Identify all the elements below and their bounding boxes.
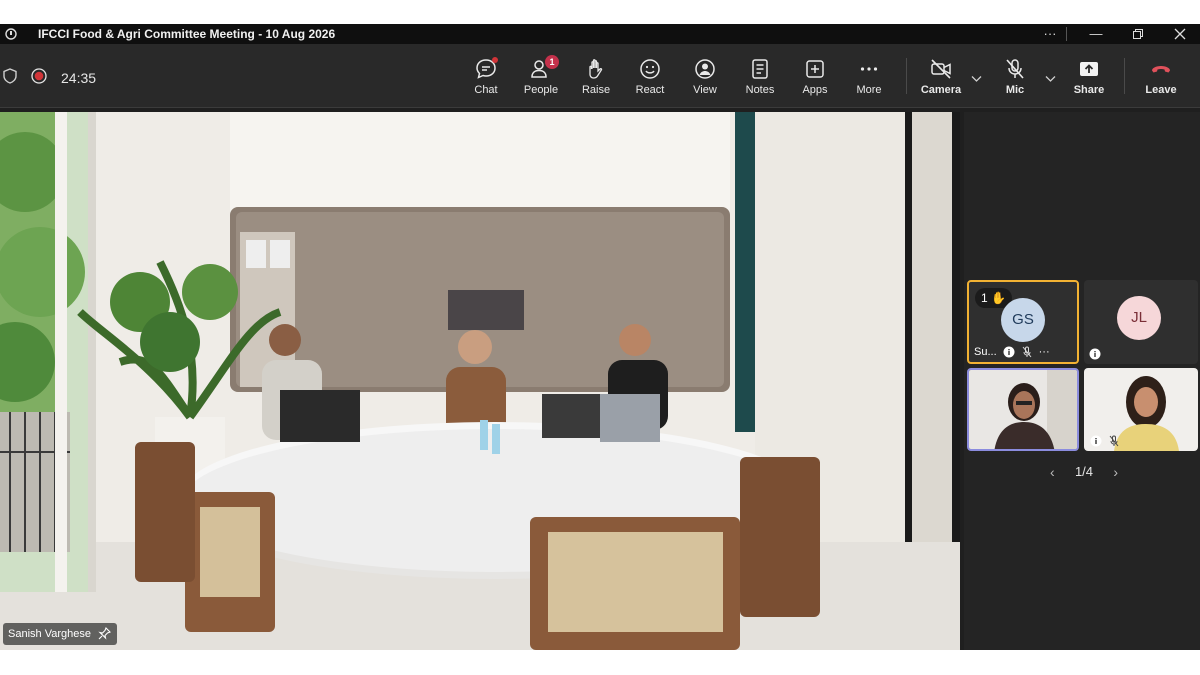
next-page-chevron-icon[interactable]: › [1113, 462, 1118, 482]
window-title: IFCCI Food & Agri Committee Meeting - 10… [38, 27, 336, 41]
share-label: Share [1073, 84, 1105, 96]
raise-label: Raise [581, 84, 611, 96]
info-icon [1089, 348, 1101, 360]
apps-button[interactable]: Apps [788, 57, 842, 103]
restore-icon [1133, 29, 1143, 39]
participant-name: Su... [974, 346, 997, 358]
view-button[interactable]: View [678, 57, 732, 103]
meeting-toolbar: 24:35 Chat 1 People Raise React View Not… [0, 44, 1200, 108]
view-label: View [693, 84, 717, 96]
gallery-pager: ‹ 1/4 › [1044, 462, 1124, 482]
participant-video-tile[interactable] [1084, 368, 1198, 451]
apps-icon [806, 60, 824, 78]
camera-label: Camera [920, 84, 962, 96]
notes-icon [752, 59, 768, 79]
people-button[interactable]: 1 People [514, 55, 568, 103]
notes-label: Notes [745, 84, 775, 96]
share-button[interactable]: Share [1062, 57, 1116, 103]
close-icon [1174, 28, 1186, 40]
title-divider [1066, 27, 1067, 41]
mic-off-icon [1109, 435, 1119, 447]
chat-label: Chat [474, 84, 498, 96]
participant-name: Sanish Varghese [8, 628, 91, 640]
mic-off-icon [1022, 346, 1032, 358]
shield-icon[interactable] [3, 68, 17, 84]
tile-footer [1090, 435, 1120, 447]
window-more-button[interactable]: ··· [1030, 24, 1070, 44]
mic-options-chevron-icon[interactable] [1045, 74, 1056, 86]
info-icon [1090, 435, 1102, 447]
react-button[interactable]: React [623, 57, 677, 103]
recording-icon[interactable] [31, 68, 47, 84]
people-label: People [523, 84, 559, 96]
camera-button[interactable]: Camera [914, 57, 968, 103]
tile-more-icon[interactable]: ··· [1039, 346, 1050, 358]
previous-page-chevron-icon[interactable]: ‹ [1050, 462, 1055, 482]
main-video-stage[interactable]: Sanish Varghese [0, 112, 960, 650]
mic-button[interactable]: Mic [988, 57, 1042, 103]
raised-hand-icon: ✋ [991, 291, 1006, 305]
raise-hand-button[interactable]: Raise [569, 57, 623, 103]
tile-footer: Su... ··· [974, 346, 1050, 358]
smile-icon [640, 59, 660, 79]
teams-meeting-window: IFCCI Food & Agri Committee Meeting - 10… [0, 24, 1200, 650]
more-label: More [856, 84, 882, 96]
app-icon [5, 28, 17, 40]
avatar-initials: GS [1012, 311, 1034, 328]
hand-count: 1 [981, 291, 988, 305]
avatar: GS [1001, 298, 1045, 342]
view-icon [695, 59, 715, 79]
minimize-button[interactable]: — [1076, 24, 1116, 44]
participant-tile-jl[interactable]: JL [1084, 280, 1198, 364]
participant-video [969, 370, 1077, 449]
restore-button[interactable] [1118, 24, 1158, 44]
leave-button[interactable]: Leave [1134, 57, 1188, 103]
title-bar: IFCCI Food & Agri Committee Meeting - 10… [0, 24, 1200, 44]
notes-button[interactable]: Notes [733, 57, 787, 103]
participant-name-pill: Sanish Varghese [3, 623, 117, 645]
tile-footer [1089, 348, 1101, 360]
avatar: JL [1117, 296, 1161, 340]
mic-label: Mic [1005, 84, 1025, 96]
apps-label: Apps [802, 84, 828, 96]
share-icon [1080, 62, 1098, 76]
close-button[interactable] [1160, 24, 1200, 44]
camera-options-chevron-icon[interactable] [971, 74, 982, 86]
hangup-icon [1152, 66, 1170, 73]
avatar-initials: JL [1131, 309, 1147, 326]
chat-unread-dot [492, 57, 498, 63]
participant-video-tile[interactable] [967, 368, 1079, 451]
info-icon [1003, 346, 1015, 358]
leave-label: Leave [1145, 84, 1177, 96]
page-indicator: 1/4 [1074, 464, 1094, 479]
chat-button[interactable]: Chat [459, 57, 513, 103]
mic-off-icon [1006, 59, 1024, 79]
toolbar-separator-2 [1124, 58, 1125, 94]
more-icon [860, 67, 878, 71]
hand-icon [589, 59, 603, 79]
camera-off-icon [931, 59, 951, 79]
people-count-badge: 1 [545, 55, 559, 69]
participant-gallery: 1 ✋ GS Su... ··· JL ‹ 1/4 › [964, 112, 1200, 650]
toolbar-separator [906, 58, 907, 94]
participant-tile-gs[interactable]: 1 ✋ GS Su... ··· [967, 280, 1079, 364]
more-button[interactable]: More [842, 57, 896, 103]
react-label: React [635, 84, 665, 96]
meeting-timer: 24:35 [61, 70, 97, 86]
meeting-room-video [0, 112, 960, 650]
pin-icon[interactable] [98, 627, 111, 640]
